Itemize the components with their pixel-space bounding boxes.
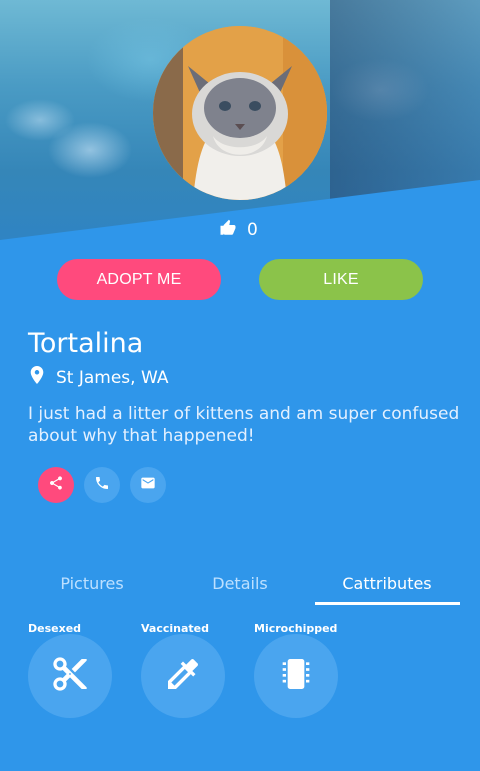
email-button[interactable]	[130, 467, 166, 503]
profile-tabs: Pictures Details Cattributes	[0, 560, 480, 606]
pet-location: St James, WA	[30, 366, 168, 389]
call-button[interactable]	[84, 467, 120, 503]
share-button[interactable]	[38, 467, 74, 503]
cattribute-microchipped: Microchipped	[254, 622, 354, 718]
chip-icon	[276, 654, 316, 698]
cattribute-badge	[141, 634, 225, 718]
adopt-me-button[interactable]: ADOPT ME	[57, 259, 221, 300]
likes-count: 0	[247, 220, 258, 240]
phone-icon	[94, 475, 110, 495]
location-pin-icon	[30, 366, 44, 389]
active-tab-indicator	[315, 602, 460, 605]
share-icon	[48, 475, 64, 495]
cattribute-label: Vaccinated	[141, 622, 209, 635]
tab-details[interactable]: Details	[160, 560, 320, 606]
pet-name: Tortalina	[28, 328, 144, 359]
cattribute-badge	[254, 634, 338, 718]
cattribute-vaccinated: Vaccinated	[141, 622, 241, 718]
hero-tree-trunk	[330, 0, 480, 230]
tab-cattributes[interactable]: Cattributes	[307, 560, 467, 606]
pet-avatar[interactable]	[153, 26, 327, 200]
tab-pictures[interactable]: Pictures	[12, 560, 172, 606]
likes-counter: 0	[219, 219, 258, 241]
thumbs-up-icon[interactable]	[219, 219, 237, 242]
cattribute-label: Desexed	[28, 622, 82, 635]
cattribute-badge	[28, 634, 112, 718]
cattribute-desexed: Desexed	[28, 622, 128, 718]
pet-bio: I just had a litter of kittens and am su…	[28, 404, 460, 446]
like-button[interactable]: LIKE	[259, 259, 423, 300]
scissors-icon	[50, 654, 90, 698]
mail-icon	[140, 475, 156, 495]
dropper-icon	[163, 654, 203, 698]
location-text: St James, WA	[56, 367, 169, 388]
cat-photo	[153, 26, 327, 200]
